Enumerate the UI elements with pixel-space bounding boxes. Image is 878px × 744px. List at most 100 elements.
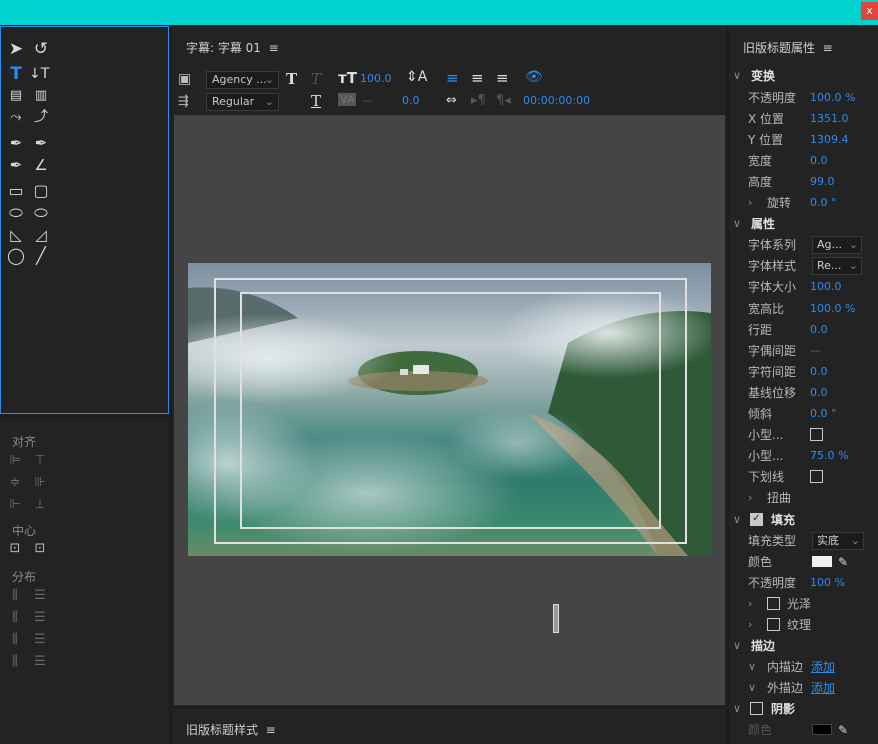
convert-anchor-tool-icon[interactable]: ∠ bbox=[31, 155, 51, 175]
distribute-vcenter-icon[interactable]: ☰ bbox=[31, 610, 49, 626]
shadow-section-header[interactable]: ∨ 阴影 bbox=[729, 699, 878, 719]
path-type-tool-icon[interactable]: ⤳ bbox=[6, 107, 26, 127]
prop-sheen-row[interactable]: › 光泽 bbox=[729, 594, 878, 614]
rotate-tool-icon[interactable]: ↺ bbox=[31, 39, 51, 59]
type-tool-icon[interactable]: T bbox=[6, 64, 26, 84]
arc-tool-icon[interactable]: ◿ bbox=[31, 225, 51, 245]
leading-icon: ⇕A bbox=[406, 69, 428, 85]
timecode-value[interactable]: 00:00:00:00 bbox=[523, 94, 590, 107]
add-inner-stroke-link[interactable]: 添加 bbox=[811, 657, 835, 677]
add-anchor-tool-icon[interactable]: ✒ bbox=[6, 155, 26, 175]
chevron-right-icon: › bbox=[748, 491, 753, 504]
clipped-rectangle-tool-icon[interactable]: ⬭ bbox=[6, 203, 26, 223]
pen-tool-icon[interactable]: ✒ bbox=[6, 133, 26, 153]
font-family-select[interactable]: Agency ... ⌄ bbox=[206, 71, 279, 89]
align-vcenter-icon[interactable]: ⊪ bbox=[31, 475, 49, 491]
font-style-mini-select[interactable]: Re... ⌄ bbox=[812, 257, 862, 275]
text-cursor[interactable] bbox=[553, 604, 559, 633]
add-outer-stroke-link[interactable]: 添加 bbox=[811, 678, 835, 698]
eyedropper-icon[interactable]: ✎ bbox=[838, 552, 848, 572]
center-vertical-icon[interactable]: ⊡ bbox=[31, 541, 49, 557]
distribute-right-icon[interactable]: ⫼ bbox=[6, 632, 24, 648]
smallcaps-checkbox[interactable] bbox=[810, 428, 823, 441]
vertical-path-type-tool-icon[interactable]: ⤴ bbox=[31, 107, 51, 127]
fill-section-header[interactable]: ∨ ✓ 填充 bbox=[729, 510, 878, 530]
title-safe-margin bbox=[240, 292, 661, 529]
font-family-mini-select[interactable]: Ag... ⌄ bbox=[812, 236, 862, 254]
fill-checkbox[interactable]: ✓ bbox=[750, 513, 763, 526]
stroke-section-header[interactable]: ∨ 描边 bbox=[729, 636, 878, 656]
align-left-icon[interactable]: ⊫ bbox=[6, 453, 24, 469]
texture-checkbox[interactable] bbox=[767, 618, 780, 631]
prop-height-row: 高度 99.0 bbox=[748, 175, 835, 189]
chevron-right-icon: › bbox=[748, 597, 753, 610]
vertical-area-type-tool-icon[interactable]: ▥ bbox=[31, 86, 51, 106]
kerning-value[interactable]: 0.0 bbox=[402, 94, 420, 107]
close-button[interactable]: x bbox=[861, 2, 878, 20]
attributes-section-header[interactable]: ∨ 属性 bbox=[729, 214, 878, 234]
prop-texture-row[interactable]: › 纹理 bbox=[729, 615, 878, 635]
font-size-icon: ᴛT bbox=[338, 69, 357, 87]
prop-fill-color-row: 颜色 ✎ bbox=[729, 552, 878, 572]
distribute-top-icon[interactable]: ☰ bbox=[31, 588, 49, 604]
align-hcenter-icon[interactable]: ≑ bbox=[6, 475, 24, 491]
transform-section-header[interactable]: ∨ 变换 bbox=[729, 66, 878, 86]
selection-tool-icon[interactable]: ➤ bbox=[6, 39, 26, 59]
ellipse-tool-icon[interactable]: ◯ bbox=[6, 246, 26, 266]
panel-title: 字幕: 字幕 01 ≡ bbox=[186, 41, 279, 55]
fill-color-swatch[interactable] bbox=[812, 556, 832, 567]
align-bottom-icon[interactable]: ⊥ bbox=[31, 497, 49, 513]
sheen-checkbox[interactable] bbox=[767, 597, 780, 610]
align-center-text-icon[interactable]: ≡ bbox=[471, 69, 484, 87]
align-top-icon[interactable]: ⊤ bbox=[31, 453, 49, 469]
styles-panel-title: 旧版标题样式 ≡ bbox=[186, 723, 276, 737]
align-left-text-icon[interactable]: ≡ bbox=[446, 69, 459, 87]
prop-font-size-row: 字体大小 100.0 bbox=[748, 280, 842, 294]
align-right-icon[interactable]: ⊩ bbox=[6, 497, 24, 513]
line-tool-icon[interactable]: ╱ bbox=[31, 246, 51, 266]
italic-icon[interactable]: T bbox=[311, 70, 321, 88]
distribute-h-space-icon[interactable]: ⫼ bbox=[6, 654, 24, 670]
show-background-video-icon[interactable]: 👁 bbox=[525, 69, 543, 85]
roll-crawl-options-icon[interactable]: ¶◂ bbox=[496, 93, 511, 108]
styles-menu-icon[interactable]: ≡ bbox=[266, 723, 276, 737]
chevron-down-icon: ∨ bbox=[733, 217, 742, 230]
props-menu-icon[interactable]: ≡ bbox=[823, 41, 833, 55]
align-right-text-icon[interactable]: ≡ bbox=[496, 69, 509, 87]
prop-leading-row: 行距 0.0 bbox=[748, 323, 828, 337]
underline-checkbox[interactable] bbox=[810, 470, 823, 483]
distribute-hcenter-icon[interactable]: ⫼ bbox=[6, 610, 24, 626]
prop-fill-type-row: 填充类型 实底 ⌄ bbox=[729, 531, 878, 551]
prop-rotation-row[interactable]: › 旋转 0.0 ° bbox=[729, 193, 878, 213]
prop-distort-row[interactable]: › 扭曲 bbox=[729, 488, 878, 508]
eyedropper-icon[interactable]: ✎ bbox=[838, 720, 848, 740]
rounded-rectangle-tool-icon[interactable]: ▢ bbox=[31, 181, 51, 201]
font-style-select[interactable]: Regular ⌄ bbox=[206, 93, 279, 111]
prop-inner-stroke-row: ∨ 内描边 添加 bbox=[729, 657, 878, 677]
prop-font-family-row: 字体系列 Ag... ⌄ bbox=[729, 235, 878, 255]
prop-opacity-row: 不透明度 100.0 % bbox=[748, 91, 856, 105]
bold-icon[interactable]: T bbox=[286, 70, 297, 88]
distribute-left-icon[interactable]: ⫼ bbox=[6, 588, 24, 604]
roll-crawl-icon[interactable]: ▸¶ bbox=[471, 93, 486, 108]
center-horizontal-icon[interactable]: ⊡ bbox=[6, 541, 24, 557]
shadow-color-swatch[interactable] bbox=[812, 724, 832, 735]
wedge-tool-icon[interactable]: ◺ bbox=[6, 225, 26, 245]
font-size-value[interactable]: 100.0 bbox=[360, 72, 392, 85]
tab-stops-icon[interactable]: ⇶ bbox=[178, 94, 189, 109]
vertical-type-tool-icon[interactable]: ↓T bbox=[29, 64, 49, 84]
panel-menu-icon[interactable]: ≡ bbox=[269, 41, 279, 55]
rectangle-tool-icon[interactable]: ▭ bbox=[6, 181, 26, 201]
title-properties-panel: 旧版标题属性 ≡ ∨ 变换 不透明度 100.0 % X 位置 1351.0 Y 位置… bbox=[729, 26, 878, 744]
shadow-checkbox[interactable] bbox=[750, 702, 763, 715]
prop-shadow-color-row: 颜色 ✎ bbox=[729, 720, 878, 740]
fill-type-select[interactable]: 实底 ⌄ bbox=[812, 532, 864, 550]
delete-anchor-tool-icon[interactable]: ✒ bbox=[31, 133, 51, 153]
distribute-v-space-icon[interactable]: ☰ bbox=[31, 654, 49, 670]
prop-baseline-row: 基线位移 0.0 bbox=[748, 386, 828, 400]
distribute-bottom-icon[interactable]: ☰ bbox=[31, 632, 49, 648]
title-based-on-video-icon[interactable]: ▣ bbox=[178, 71, 191, 87]
underline-icon[interactable]: T bbox=[311, 92, 321, 110]
ellipse-rect-tool-icon[interactable]: ⬭ bbox=[31, 203, 51, 223]
area-type-tool-icon[interactable]: ▤ bbox=[6, 86, 26, 106]
